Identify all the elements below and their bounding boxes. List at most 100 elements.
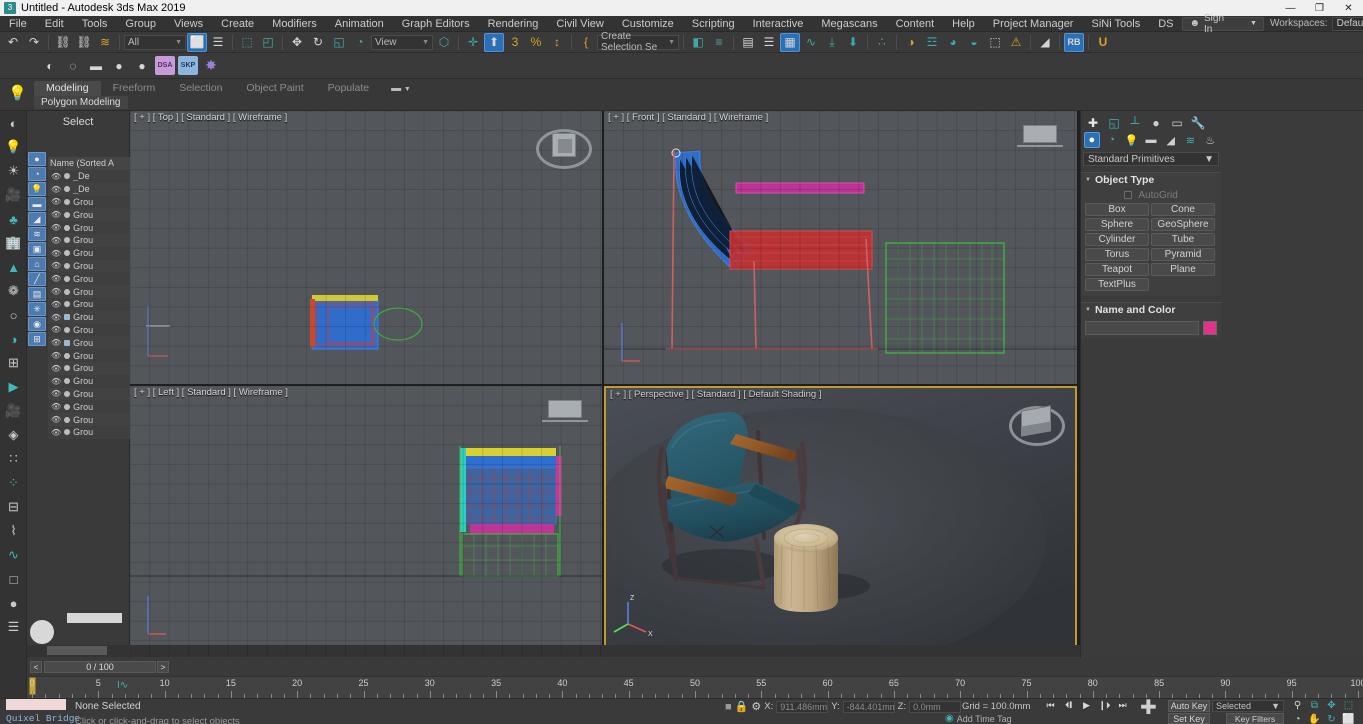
eye-visibility-icon[interactable]: 👁 (51, 415, 61, 424)
cylinder-button[interactable]: Cylinder (1085, 233, 1149, 246)
menu-item-create[interactable]: Create (212, 16, 263, 32)
pyramid-button[interactable]: Pyramid (1151, 248, 1215, 261)
menu-item-civil-view[interactable]: Civil View (547, 16, 612, 32)
select-by-name-button[interactable]: ☰ (208, 33, 228, 52)
viewport-horizontal-scrollbar[interactable] (27, 645, 1080, 657)
select-and-rotate-button[interactable]: ↻ (308, 33, 328, 52)
menu-item-edit[interactable]: Edit (36, 16, 73, 32)
layer-explorer-button[interactable]: ▤ (738, 33, 758, 52)
menu-item-sini-tools[interactable]: SiNi Tools (1082, 16, 1149, 32)
eye-visibility-icon[interactable]: 👁 (51, 313, 61, 322)
zoom-button[interactable]: ⚲ (1290, 699, 1305, 711)
object-color-dot-icon[interactable] (64, 416, 71, 423)
eye-visibility-icon[interactable]: 👁 (51, 236, 61, 245)
rectangular-selection-region-button[interactable]: ⬚ (237, 33, 257, 52)
go-to-end-button[interactable]: ⏭ (1115, 699, 1130, 712)
play-preview-small-button[interactable]: ◐ (40, 56, 60, 75)
geometry-category-button[interactable]: ● (1084, 132, 1100, 148)
next-frame-arrow[interactable]: > (157, 661, 169, 673)
object-color-dot-icon[interactable] (64, 237, 71, 244)
ribbon-tab-populate[interactable]: Populate (316, 81, 381, 96)
view-cube-left[interactable] (542, 400, 588, 434)
menu-item-scripting[interactable]: Scripting (683, 16, 744, 32)
object-color-dot-icon[interactable] (64, 365, 71, 372)
mirror-button[interactable]: ◧ (688, 33, 708, 52)
object-color-dot-icon[interactable] (64, 224, 71, 231)
viewport-perspective[interactable]: [ + ] [ Perspective ] [ Standard ] [ Def… (604, 386, 1077, 657)
render-in-cloud-button[interactable]: ⬚ (985, 33, 1005, 52)
proxy-icon[interactable]: ◈ (0, 423, 27, 447)
scene-explorer-row[interactable]: 👁 _De (48, 182, 130, 196)
time-ruler[interactable]: I∿ 0 5 10 15 20 25 30 35 40 45 50 55 60 65 70 75 80 85 90 9… (27, 676, 1363, 698)
object-color-dot-icon[interactable] (64, 275, 71, 282)
camera-icon[interactable]: 🎥 (0, 183, 27, 207)
eye-visibility-icon[interactable]: 👁 (51, 325, 61, 334)
reference-coordinate-select[interactable]: View ▼ (371, 34, 433, 50)
plant-icon[interactable]: ❁ (0, 279, 27, 303)
quixel-bridge-button[interactable]: ◢ (1035, 33, 1055, 52)
menu-item-group[interactable]: Group (116, 16, 165, 32)
shapes-category-button[interactable]: ◔ (1104, 132, 1120, 148)
light-bulb-icon[interactable]: 💡 (0, 135, 27, 159)
layer-group-icon[interactable] (64, 314, 71, 321)
x-coordinate-field[interactable]: 911.486mm (776, 700, 829, 713)
grid-icon[interactable]: ⊞ (0, 351, 27, 375)
menu-item-animation[interactable]: Animation (326, 16, 393, 32)
scene-explorer-list[interactable]: 👁 _De 👁 _De 👁 Grou 👁 Grou 👁 Grou 👁 Grou 👁 Grou 👁 Grou 👁 G… (48, 170, 130, 500)
eye-visibility-icon[interactable]: 👁 (51, 287, 61, 296)
geosphere-button[interactable]: GeoSphere (1151, 218, 1215, 231)
y-coordinate-field[interactable]: -844.401mm (842, 700, 895, 713)
undo-button[interactable]: ↶ (3, 33, 23, 52)
utilities-tab[interactable]: 🔧 (1190, 115, 1206, 131)
maxscript-mini-listener[interactable] (6, 699, 66, 710)
viewport-left[interactable]: [ + ] [ Left ] [ Standard ] [ Wireframe … (130, 386, 602, 657)
material-editor-button[interactable]: ◑ (901, 33, 921, 52)
tube-button[interactable]: Tube (1151, 233, 1215, 246)
select-bones-tool[interactable]: ╱ (28, 272, 46, 286)
select-and-place-button[interactable]: ◔ (350, 33, 370, 52)
eye-visibility-icon[interactable]: 👁 (51, 172, 61, 181)
redo-button[interactable]: ↷ (24, 33, 44, 52)
menu-item-rendering[interactable]: Rendering (479, 16, 548, 32)
cloner-icon[interactable]: ∷ (0, 447, 27, 471)
object-color-dot-icon[interactable] (64, 378, 71, 385)
scene-explorer-row[interactable]: 👁 Grou (48, 272, 130, 286)
select-containers-tool[interactable]: ▤ (28, 287, 46, 301)
object-color-swatch[interactable] (1203, 321, 1217, 335)
previous-frame-button[interactable]: ⏴❙ (1061, 699, 1076, 712)
ribbon-tab-freeform[interactable]: Freeform (101, 81, 168, 96)
display-toggle-tool[interactable]: ◉ (28, 317, 46, 331)
set-key-button[interactable]: Set Key (1168, 713, 1210, 724)
orbit-small-button[interactable]: ◌ (63, 56, 83, 75)
object-type-rollout-header[interactable]: ▼ Object Type (1081, 173, 1221, 187)
skp-importer-button[interactable]: SKP (178, 56, 198, 75)
library-icon[interactable]: ☰ (0, 615, 27, 639)
eye-visibility-icon[interactable]: 👁 (51, 210, 61, 219)
hierarchy-tab[interactable]: ┴ (1127, 115, 1143, 131)
selection-lock-icon[interactable]: ■ (725, 701, 732, 713)
view-cube-top[interactable] (536, 121, 592, 177)
render-camera-icon[interactable]: 🎥 (0, 399, 27, 423)
select-shapes-tool[interactable]: ◔ (28, 167, 46, 181)
ribbon-panel-polygon-modeling[interactable]: Polygon Modeling (34, 96, 128, 109)
menu-item-customize[interactable]: Customize (613, 16, 683, 32)
object-color-dot-icon[interactable] (64, 173, 71, 180)
menu-item-tools[interactable]: Tools (73, 16, 117, 32)
camera-small-button[interactable]: ▬ (86, 56, 106, 75)
building-icon[interactable]: 🏢 (0, 231, 27, 255)
cameras-category-button[interactable]: ▬ (1143, 132, 1159, 148)
object-color-dot-icon[interactable] (64, 288, 71, 295)
railclone-button[interactable]: RB (1064, 32, 1084, 52)
scene-explorer-row[interactable]: 👁 Grou (48, 336, 130, 350)
zoom-extents-button[interactable]: ✥ (1324, 699, 1339, 711)
scene-explorer-row[interactable]: 👁 Grou (48, 208, 130, 222)
object-color-dot-icon[interactable] (64, 326, 71, 333)
play-preview-icon[interactable]: ◐ (0, 111, 27, 135)
scene-explorer-row[interactable]: 👁 Grou (48, 323, 130, 337)
menu-item-content[interactable]: Content (887, 16, 944, 32)
sphere-button[interactable]: Sphere (1085, 218, 1149, 231)
percent-snap-toggle-button[interactable]: % (526, 33, 546, 52)
eye-visibility-icon[interactable]: 👁 (51, 402, 61, 411)
name-and-color-rollout-header[interactable]: ▼ Name and Color (1081, 303, 1221, 317)
particle-flow-button[interactable]: ∴ (872, 33, 892, 52)
